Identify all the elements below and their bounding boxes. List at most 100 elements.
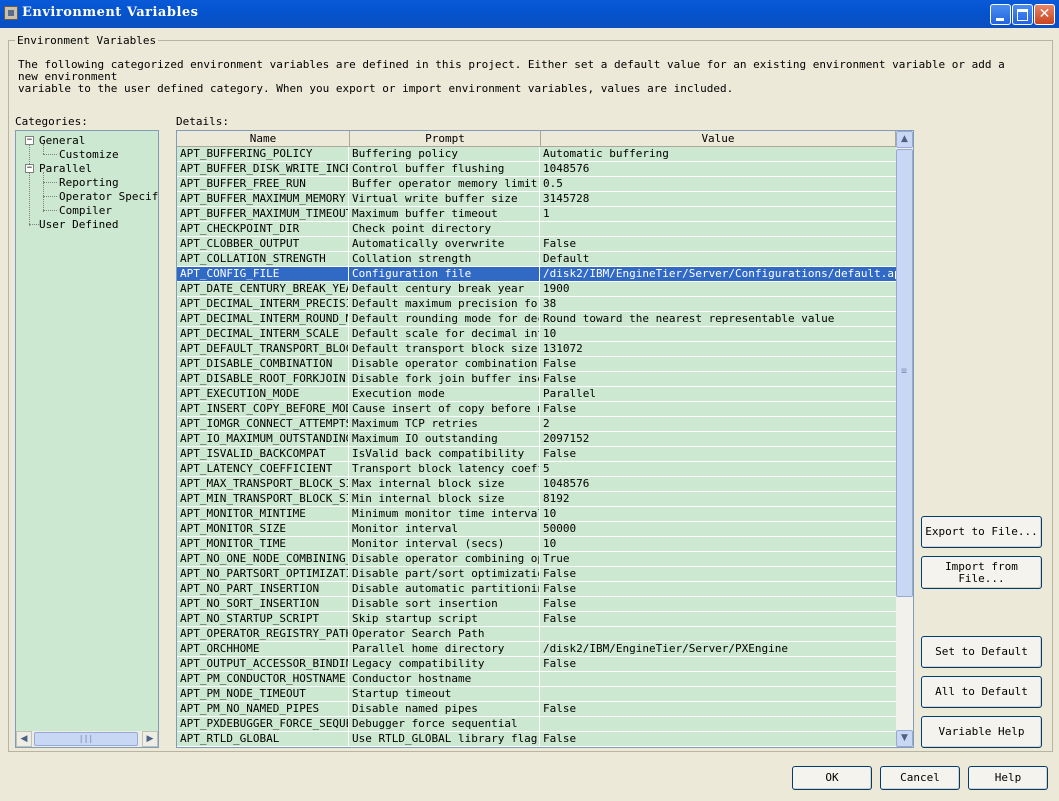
maximize-button[interactable]	[1012, 4, 1033, 25]
table-row[interactable]: APT_DISABLE_COMBINATION Disable operator …	[177, 357, 896, 372]
cell-value[interactable]: Automatic buffering	[540, 147, 896, 161]
table-row[interactable]: APT_NO_PART_INSERTION Disable automatic p…	[177, 582, 896, 597]
table-row[interactable]: APT_ORCHHOME Parallel home directory/disk…	[177, 642, 896, 657]
cancel-button[interactable]: Cancel	[880, 766, 960, 790]
table-row[interactable]: APT_BUFFER_MAXIMUM_MEMORY Virtual write b…	[177, 192, 896, 207]
table-row[interactable]: APT_CONFIG_FILE Configuration file/disk2/…	[177, 267, 896, 282]
table-row[interactable]: APT_DISABLE_ROOT_FORKJOIN Disable fork jo…	[177, 372, 896, 387]
scroll-up-icon[interactable]: ▲	[896, 131, 913, 148]
scroll-thumb[interactable]	[896, 149, 913, 597]
table-row[interactable]: APT_DECIMAL_INTERM_SCALE Default scale fo…	[177, 327, 896, 342]
collapse-general-icon[interactable]: −	[25, 136, 34, 145]
import-from-file-button[interactable]: Import from File...	[921, 556, 1042, 589]
grid-vertical-scrollbar[interactable]: ▲ ▼	[896, 131, 913, 747]
table-row[interactable]: APT_ISVALID_BACKCOMPAT IsValid back compa…	[177, 447, 896, 462]
table-row[interactable]: APT_BUFFER_FREE_RUN Buffer operator memor…	[177, 177, 896, 192]
table-row[interactable]: APT_OUTPUT_ACCESSOR_BINDING_COMPATLegacy…	[177, 657, 896, 672]
cell-value[interactable]: 1048576	[540, 162, 896, 176]
table-row[interactable]: APT_NO_ONE_NODE_COMBINING_OPTIMIZATIONDi…	[177, 552, 896, 567]
all-to-default-button[interactable]: All to Default	[921, 676, 1042, 708]
cell-value[interactable]: False	[540, 567, 896, 581]
cell-value[interactable]: 10	[540, 537, 896, 551]
variable-help-button[interactable]: Variable Help	[921, 716, 1042, 748]
table-row[interactable]: APT_PM_CONDUCTOR_HOSTNAME Conductor hostn…	[177, 672, 896, 687]
cell-value[interactable]: Round toward the nearest representable v…	[540, 312, 896, 326]
export-to-file-button[interactable]: Export to File...	[921, 516, 1042, 548]
cell-value[interactable]: Parallel	[540, 387, 896, 401]
table-row[interactable]: APT_MONITOR_SIZE Monitor interval 50000	[177, 522, 896, 537]
cell-value[interactable]: True	[540, 552, 896, 566]
cell-value[interactable]: 1900	[540, 282, 896, 296]
table-row[interactable]: APT_DEFAULT_TRANSPORT_BLOCK_SIZEDefault …	[177, 342, 896, 357]
table-row[interactable]: APT_PXDEBUGGER_FORCE_SEQUENTIALDebugger …	[177, 717, 896, 732]
cell-value[interactable]: 2097152	[540, 432, 896, 446]
table-row[interactable]: APT_PM_NO_NAMED_PIPES Disable named pipes…	[177, 702, 896, 717]
tree-item-reporting[interactable]: Reporting	[59, 176, 119, 189]
cell-value[interactable]: False	[540, 372, 896, 386]
cell-value[interactable]: False	[540, 237, 896, 251]
cell-value[interactable]: False	[540, 702, 896, 716]
cell-value[interactable]: 10	[540, 507, 896, 521]
cell-value[interactable]: 2	[540, 417, 896, 431]
collapse-parallel-icon[interactable]: −	[25, 164, 34, 173]
table-row[interactable]: APT_NO_SORT_INSERTION Disable sort insert…	[177, 597, 896, 612]
close-button[interactable]: ✕	[1034, 4, 1055, 25]
table-row[interactable]: APT_EXECUTION_MODE Execution mode Parallel	[177, 387, 896, 402]
cell-value[interactable]: False	[540, 732, 896, 746]
table-row[interactable]: APT_BUFFER_MAXIMUM_TIMEOUT Maximum buffer…	[177, 207, 896, 222]
cell-value[interactable]	[540, 222, 896, 236]
cell-value[interactable]: False	[540, 657, 896, 671]
table-row[interactable]: APT_LATENCY_COEFFICIENT Transport block l…	[177, 462, 896, 477]
ok-button[interactable]: OK	[792, 766, 872, 790]
table-row[interactable]: APT_BUFFERING_POLICY Buffering policy Auto…	[177, 147, 896, 162]
cell-value[interactable]: 1048576	[540, 477, 896, 491]
details-grid[interactable]: Name Prompt Value APT_BUFFERING_POLICY Bu…	[176, 130, 914, 748]
table-row[interactable]: APT_MIN_TRANSPORT_BLOCK_SIZE Min internal…	[177, 492, 896, 507]
table-row[interactable]: APT_OPERATOR_REGISTRY_PATH Operator Searc…	[177, 627, 896, 642]
tree-item-general[interactable]: General	[39, 134, 85, 147]
table-row[interactable]: APT_DECIMAL_INTERM_PRECISION Default maxi…	[177, 297, 896, 312]
column-header-value[interactable]: Value	[541, 131, 896, 147]
table-row[interactable]: APT_NO_PARTSORT_OPTIMIZATION Disable part…	[177, 567, 896, 582]
cell-value[interactable]: /disk2/IBM/EngineTier/Server/Configurati…	[540, 267, 896, 281]
scroll-right-icon[interactable]: ▶	[142, 731, 158, 747]
categories-tree[interactable]: − General Customize − Parallel Reporting…	[15, 130, 159, 748]
cell-value[interactable]: 8192	[540, 492, 896, 506]
cell-value[interactable]	[540, 717, 896, 731]
table-row[interactable]: APT_IOMGR_CONNECT_ATTEMPTS Maximum TCP re…	[177, 417, 896, 432]
cell-value[interactable]: 131072	[540, 342, 896, 356]
table-row[interactable]: APT_IO_MAXIMUM_OUTSTANDING Maximum IO out…	[177, 432, 896, 447]
minimize-button[interactable]	[990, 4, 1011, 25]
cell-value[interactable]: False	[540, 357, 896, 371]
cell-value[interactable]: Default	[540, 252, 896, 266]
cell-value[interactable]: 0.5	[540, 177, 896, 191]
table-row[interactable]: APT_MAX_TRANSPORT_BLOCK_SIZE Max internal…	[177, 477, 896, 492]
cell-value[interactable]: 38	[540, 297, 896, 311]
table-row[interactable]: APT_INSERT_COPY_BEFORE_MODIFYCause inser…	[177, 402, 896, 417]
table-row[interactable]: APT_CLOBBER_OUTPUT Automatically overwrit…	[177, 237, 896, 252]
table-row[interactable]: APT_BUFFER_DISK_WRITE_INCREMENTControl b…	[177, 162, 896, 177]
cell-value[interactable]: 1	[540, 207, 896, 221]
table-row[interactable]: APT_DATE_CENTURY_BREAK_YEAR Default centu…	[177, 282, 896, 297]
table-row[interactable]: APT_MONITOR_MINTIME Minimum monitor time …	[177, 507, 896, 522]
table-row[interactable]: APT_DECIMAL_INTERM_ROUND_MODEDefault rou…	[177, 312, 896, 327]
cell-value[interactable]: False	[540, 402, 896, 416]
table-row[interactable]: APT_NO_STARTUP_SCRIPT Skip startup script…	[177, 612, 896, 627]
table-row[interactable]: APT_COLLATION_STRENGTH Collation strength…	[177, 252, 896, 267]
cell-value[interactable]	[540, 627, 896, 641]
scroll-thumb[interactable]: |||	[34, 732, 138, 746]
tree-item-customize[interactable]: Customize	[59, 148, 119, 161]
cell-value[interactable]: False	[540, 447, 896, 461]
app-icon[interactable]	[4, 6, 18, 20]
column-header-name[interactable]: Name	[177, 131, 350, 147]
column-header-prompt[interactable]: Prompt	[350, 131, 541, 147]
tree-horizontal-scrollbar[interactable]: ◀ ||| ▶	[16, 731, 158, 747]
tree-item-compiler[interactable]: Compiler	[59, 204, 112, 217]
cell-value[interactable]: False	[540, 582, 896, 596]
help-button[interactable]: Help	[968, 766, 1048, 790]
scroll-down-icon[interactable]: ▼	[896, 730, 913, 747]
cell-value[interactable]: False	[540, 597, 896, 611]
cell-value[interactable]: False	[540, 612, 896, 626]
table-row[interactable]: APT_CHECKPOINT_DIR Check point directory	[177, 222, 896, 237]
table-row[interactable]: APT_MONITOR_TIME Monitor interval (secs) 1…	[177, 537, 896, 552]
